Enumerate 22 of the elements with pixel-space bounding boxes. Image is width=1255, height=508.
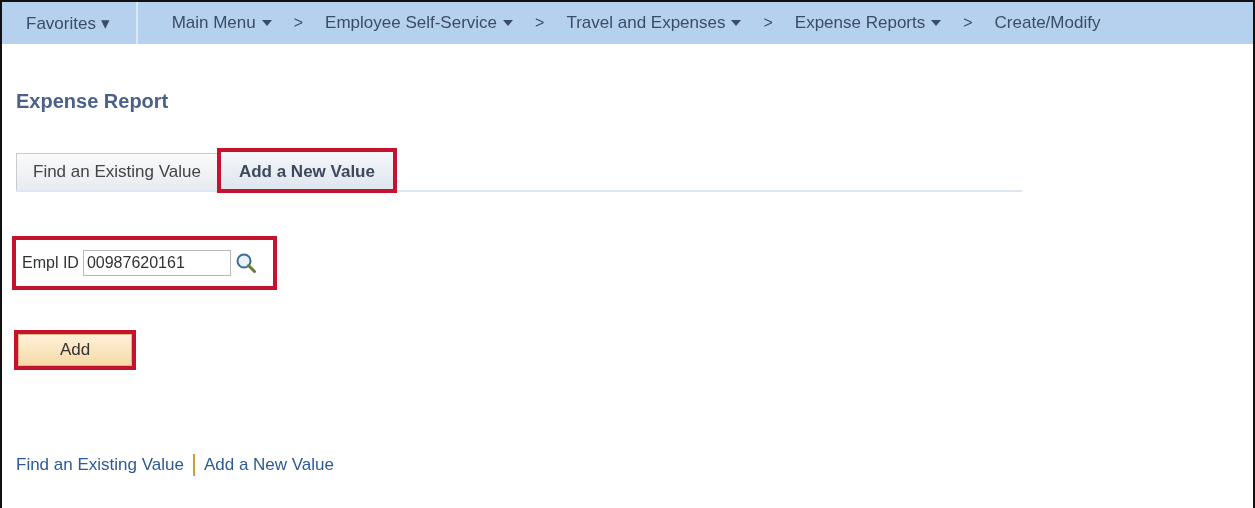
breadcrumb-separator: > [534,14,546,32]
caret-icon [261,20,272,26]
breadcrumb-separator: > [762,14,774,32]
tab[interactable]: Find an Existing Value [16,153,218,190]
favorites-menu[interactable]: Favorites ▾ [2,2,138,44]
tab[interactable]: Add a New Value [219,151,394,190]
breadcrumb-menu[interactable]: Main Menu [171,13,272,33]
caret-icon [731,20,742,26]
caret-icon [931,20,942,26]
breadcrumb-menu[interactable]: Travel and Expenses [566,13,742,33]
page-title: Expense Report [16,90,170,113]
caret-icon [503,20,514,26]
input-field[interactable]: 00987620161 [82,250,231,276]
search-icon[interactable] [234,252,257,274]
breadcrumb-menu[interactable]: Create/Modify [994,13,1101,33]
breadcrumb-menu[interactable]: Employee Self-Service [325,13,514,33]
link[interactable]: Add a New Value [203,455,334,475]
breadcrumb-menu[interactable]: Expense Reports [794,13,942,33]
breadcrumb-separator: > [962,14,974,32]
link[interactable]: Find an Existing Value [16,455,184,475]
breadcrumb-separator: > [292,14,305,32]
field-label: Empl ID [22,254,79,272]
